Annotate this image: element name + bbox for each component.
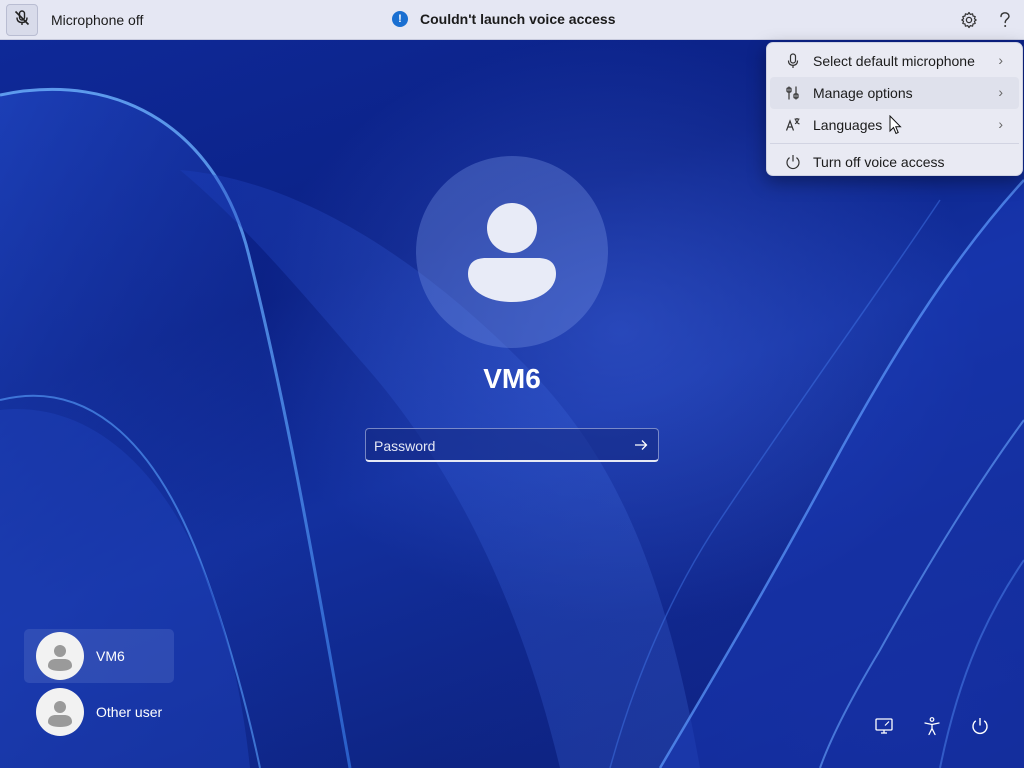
- chevron-right-icon: ›: [998, 84, 1003, 100]
- menu-item-label: Select default microphone: [813, 53, 975, 69]
- chevron-right-icon: ›: [998, 116, 1003, 132]
- network-icon[interactable]: [873, 715, 895, 737]
- language-icon: [784, 116, 802, 134]
- mic-toggle-button[interactable]: [6, 4, 38, 36]
- help-icon[interactable]: [995, 10, 1015, 30]
- avatar: [36, 632, 84, 680]
- menu-item-turn-off-voice-access[interactable]: Turn off voice access: [770, 146, 1019, 178]
- gear-icon[interactable]: [959, 10, 979, 30]
- voice-access-alert: ! Couldn't launch voice access: [392, 11, 616, 27]
- accessibility-icon[interactable]: [921, 715, 943, 737]
- login-username: VM6: [483, 363, 541, 394]
- mouse-cursor-icon: [889, 114, 903, 140]
- voice-access-menu: Select default microphone › Manage optio…: [766, 42, 1023, 176]
- menu-item-manage-options[interactable]: Manage options ›: [770, 77, 1019, 109]
- arrow-right-icon[interactable]: [630, 434, 652, 456]
- voice-access-bar: Microphone off ! Couldn't launch voice a…: [0, 0, 1024, 40]
- menu-item-label: Languages: [813, 117, 883, 133]
- user-tile-name: Other user: [96, 704, 163, 720]
- mic-status-label: Microphone off: [51, 12, 144, 28]
- menu-item-label: Turn off voice access: [813, 154, 945, 170]
- user-tile-vm6[interactable]: VM6: [24, 629, 174, 683]
- info-icon: !: [392, 11, 408, 27]
- mic-off-icon: [13, 9, 31, 32]
- chevron-right-icon: ›: [998, 52, 1003, 68]
- menu-item-select-microphone[interactable]: Select default microphone ›: [770, 45, 1019, 77]
- alert-message: Couldn't launch voice access: [420, 11, 616, 27]
- user-tile-name: VM6: [96, 648, 125, 664]
- user-tile-other-user[interactable]: Other user: [24, 685, 174, 739]
- avatar: [36, 688, 84, 736]
- options-icon: [784, 84, 802, 102]
- microphone-icon: [784, 52, 802, 70]
- power-icon: [784, 153, 802, 171]
- power-icon[interactable]: [969, 715, 991, 737]
- user-avatar-large: [416, 156, 608, 348]
- menu-item-label: Manage options: [813, 85, 913, 101]
- password-field: [365, 428, 659, 462]
- password-input[interactable]: [374, 436, 624, 456]
- menu-divider: [770, 143, 1019, 144]
